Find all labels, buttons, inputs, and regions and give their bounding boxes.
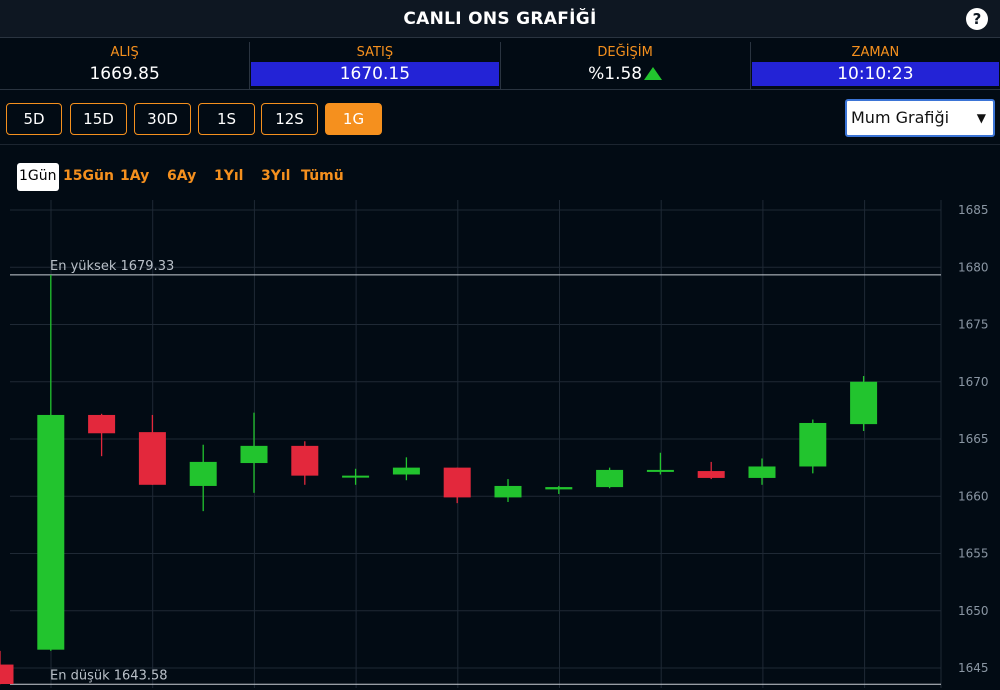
candle-body bbox=[37, 414, 65, 650]
y-tick-label: 1645 bbox=[958, 661, 989, 675]
candle-body bbox=[0, 664, 14, 685]
candle-body bbox=[697, 471, 725, 478]
y-tick-label: 1680 bbox=[958, 260, 989, 274]
y-tick-label: 1650 bbox=[958, 604, 989, 618]
candle-body bbox=[596, 469, 624, 488]
y-tick-label: 1665 bbox=[958, 432, 989, 446]
low-label: En düşük 1643.58 bbox=[50, 668, 168, 683]
candle-body bbox=[240, 445, 268, 464]
high-label: En yüksek 1679.33 bbox=[50, 259, 174, 274]
candle-body bbox=[443, 467, 471, 498]
candle-body bbox=[88, 414, 116, 434]
candle-body bbox=[646, 469, 674, 472]
candle-body bbox=[138, 432, 166, 485]
y-tick-label: 1660 bbox=[958, 489, 989, 503]
candle-body bbox=[850, 381, 878, 425]
y-tick-label: 1670 bbox=[958, 375, 989, 389]
candle-body bbox=[342, 475, 370, 478]
candle-body bbox=[748, 466, 776, 478]
y-tick-label: 1655 bbox=[958, 547, 989, 561]
y-tick-label: 1685 bbox=[958, 203, 989, 217]
y-tick-label: 1675 bbox=[958, 318, 989, 332]
candle-body bbox=[189, 461, 217, 486]
candlestick-chart: 1645 1650 1655 1660 1665 1670 1675 1680 1685 En y… bbox=[0, 200, 989, 688]
candle-body bbox=[494, 485, 522, 498]
candle-body bbox=[392, 467, 420, 475]
candle-body bbox=[291, 445, 319, 476]
candle-body bbox=[799, 422, 827, 467]
candle-body bbox=[545, 487, 573, 490]
